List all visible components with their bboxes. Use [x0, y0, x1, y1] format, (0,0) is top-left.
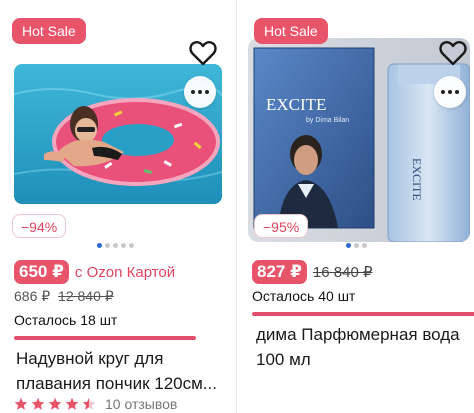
gallery-dot[interactable] [121, 243, 126, 248]
heart-outline-icon [439, 41, 467, 66]
original-price: 16 840 ₽ [312, 264, 373, 281]
current-price: 650 ₽ [14, 260, 69, 284]
product-card-perfume[interactable]: EXCITE by Dima Bilan EXCITE Hot Sale −95… [248, 0, 474, 413]
product-gallery[interactable]: Hot Sale −94% [0, 0, 222, 248]
stock-progress-bar [252, 312, 474, 316]
svg-text:EXCITE: EXCITE [410, 158, 424, 201]
ozon-card-note: с Ozon Картой [74, 263, 176, 281]
star-icon [14, 397, 28, 410]
reviews-count: 10 отзывов [105, 396, 178, 412]
price-row: 650 ₽ с Ozon Картой [14, 260, 175, 284]
hot-sale-badge: Hot Sale [254, 18, 328, 44]
column-divider [236, 0, 237, 413]
gallery-dot[interactable] [113, 243, 118, 248]
product-card-swim-ring[interactable]: Hot Sale −94% 650 ₽ с Ozon Картой 686 ₽ … [0, 0, 222, 413]
price-row: 827 ₽ 16 840 ₽ [252, 260, 373, 284]
old-prices: 686 ₽ 12 840 ₽ [14, 288, 114, 305]
discount-badge: −95% [254, 214, 309, 238]
perfume-photo: EXCITE by Dima Bilan EXCITE [248, 38, 470, 242]
product-title[interactable]: Надувной круг для плавания пончик 120см.… [16, 346, 222, 396]
stock-left: Осталось 18 шт [14, 312, 118, 328]
more-dots-icon [191, 90, 195, 94]
price-without-card: 686 ₽ [14, 288, 51, 304]
gallery-dots [248, 243, 470, 248]
stock-left: Осталось 40 шт [252, 288, 356, 304]
favorite-button[interactable] [188, 38, 218, 68]
gallery-dots [0, 243, 222, 248]
gallery-dot[interactable] [97, 243, 102, 248]
rating-row[interactable]: 10 отзывов [14, 396, 177, 412]
gallery-dot[interactable] [105, 243, 110, 248]
more-options-button[interactable] [184, 76, 216, 108]
gallery-dot[interactable] [129, 243, 134, 248]
box-sub-text: by Dima Bilan [306, 117, 349, 124]
box-brand-text: EXCITE [266, 95, 326, 114]
more-options-button[interactable] [434, 76, 466, 108]
heart-outline-icon [189, 41, 217, 66]
product-title[interactable]: дима Парфюмерная вода 100 мл [256, 322, 474, 372]
stock-progress-bar [14, 336, 196, 340]
more-dots-icon [441, 90, 445, 94]
star-icon [65, 397, 79, 410]
current-price: 827 ₽ [252, 260, 307, 284]
original-price: 12 840 ₽ [58, 288, 114, 304]
gallery-dot[interactable] [362, 243, 367, 248]
discount-badge: −94% [12, 214, 67, 238]
star-half-icon [82, 397, 96, 410]
hot-sale-badge: Hot Sale [12, 18, 86, 44]
star-icon [31, 397, 45, 410]
product-gallery[interactable]: EXCITE by Dima Bilan EXCITE Hot Sale −95… [248, 0, 470, 248]
star-icon [48, 397, 62, 410]
gallery-dot[interactable] [354, 243, 359, 248]
favorite-button[interactable] [438, 38, 468, 68]
gallery-dot[interactable] [346, 243, 351, 248]
product-image[interactable]: EXCITE by Dima Bilan EXCITE [248, 38, 470, 242]
